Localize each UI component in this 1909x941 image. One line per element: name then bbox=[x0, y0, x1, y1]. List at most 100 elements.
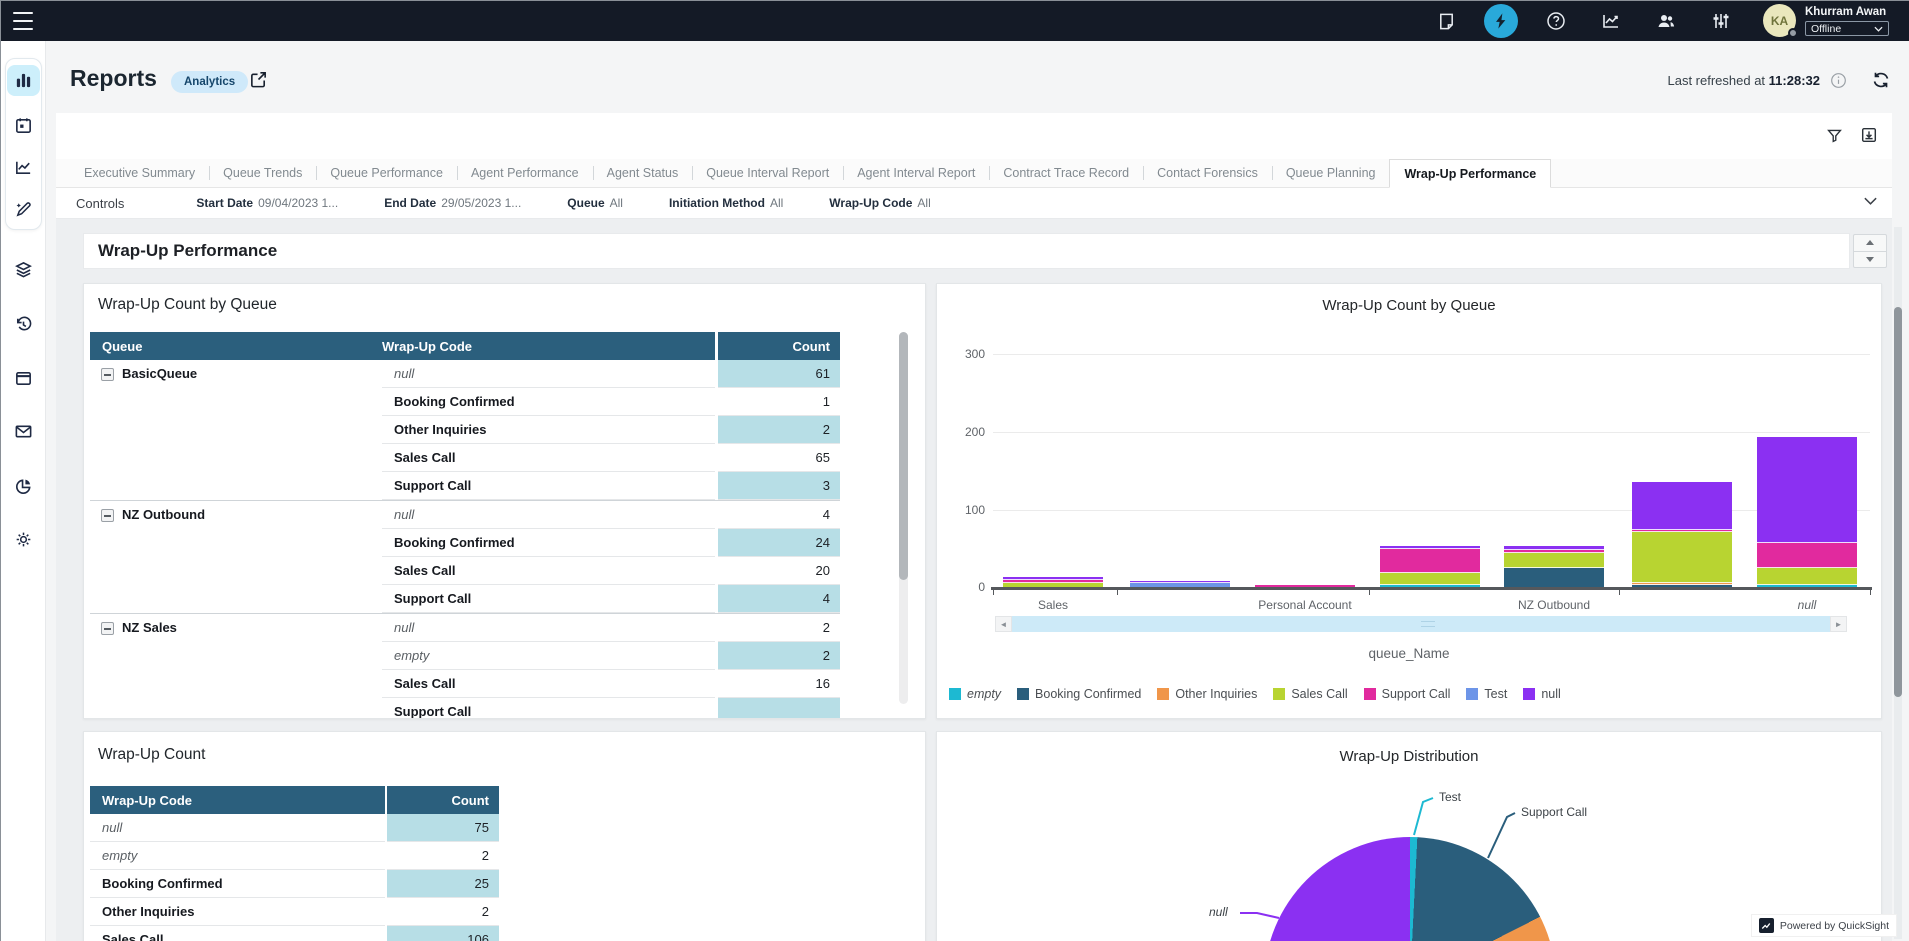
table-row[interactable]: Sales Call20 bbox=[382, 557, 840, 585]
column-header-queue[interactable]: Queue bbox=[90, 339, 382, 354]
sheet-spinner[interactable] bbox=[1853, 234, 1887, 268]
stacked-bar[interactable] bbox=[1632, 482, 1732, 587]
legend-item[interactable]: Booking Confirmed bbox=[1017, 687, 1141, 701]
refresh-icon[interactable] bbox=[1871, 70, 1891, 90]
notepad-icon[interactable] bbox=[1429, 4, 1463, 38]
status-select[interactable]: Offline bbox=[1805, 21, 1889, 36]
stacked-bar[interactable] bbox=[1757, 437, 1857, 587]
column-header-count[interactable]: Count bbox=[387, 786, 499, 814]
table-group[interactable]: NZ Salesnull2empty2Sales Call16Support C… bbox=[90, 613, 840, 719]
table-row[interactable]: Sales Call65 bbox=[382, 444, 840, 472]
dashboard-scrollbar[interactable] bbox=[1894, 227, 1902, 939]
tab[interactable]: Queue Interval Report bbox=[692, 159, 843, 187]
bar-segment-sales-call[interactable] bbox=[1757, 568, 1857, 585]
table-row[interactable]: Other Inquiries2 bbox=[382, 416, 840, 444]
metrics-icon[interactable] bbox=[1594, 4, 1628, 38]
table-row[interactable]: Sales Call106 bbox=[90, 926, 499, 941]
control-filter[interactable]: Start Date09/04/2023 1... bbox=[196, 196, 338, 210]
pie-chart[interactable] bbox=[1264, 837, 1556, 941]
stacked-bar[interactable] bbox=[1380, 546, 1480, 587]
table-group[interactable]: BasicQueuenull61Booking Confirmed1Other … bbox=[90, 360, 840, 500]
sidebar-item-metrics[interactable] bbox=[7, 152, 40, 183]
bar-segment-sales-call[interactable] bbox=[1003, 583, 1103, 587]
spinner-down-icon[interactable] bbox=[1866, 257, 1874, 262]
table-row[interactable]: Booking Confirmed25 bbox=[90, 870, 499, 898]
bar-segment-support-call[interactable] bbox=[1757, 543, 1857, 568]
tab[interactable]: Queue Trends bbox=[209, 159, 316, 187]
help-icon[interactable] bbox=[1539, 4, 1573, 38]
collapse-minus-icon[interactable] bbox=[101, 368, 114, 381]
legend-item[interactable]: Other Inquiries bbox=[1157, 687, 1257, 701]
legend-item[interactable]: Support Call bbox=[1364, 687, 1451, 701]
tab-active[interactable]: Wrap-Up Performance bbox=[1389, 159, 1551, 188]
table-row[interactable]: Booking Confirmed24 bbox=[382, 529, 840, 557]
table-row[interactable]: null2 bbox=[382, 614, 840, 642]
table-row[interactable]: Support Call3 bbox=[382, 472, 840, 500]
bar-segment-booking-confirmed[interactable] bbox=[1504, 568, 1604, 587]
tab[interactable]: Agent Interval Report bbox=[843, 159, 989, 187]
table-row[interactable]: Booking Confirmed1 bbox=[382, 388, 840, 416]
settings-sliders-icon[interactable] bbox=[1704, 4, 1738, 38]
spinner-up-icon[interactable] bbox=[1866, 240, 1874, 245]
sidebar-item-reports[interactable] bbox=[7, 65, 40, 96]
table-row[interactable]: Sales Call16 bbox=[382, 670, 840, 698]
bar-segment-sales-call[interactable] bbox=[1504, 553, 1604, 569]
sidebar-item-datasets[interactable] bbox=[7, 254, 40, 285]
filter-icon[interactable] bbox=[1823, 124, 1845, 146]
column-header-count[interactable]: Count bbox=[718, 332, 840, 360]
sidebar-item-analytics[interactable] bbox=[7, 471, 40, 502]
bar-segment-support-call[interactable] bbox=[1255, 585, 1355, 587]
control-filter[interactable]: QueueAll bbox=[567, 196, 623, 210]
chart-h-scrollbar[interactable]: ◄ ► bbox=[995, 616, 1847, 632]
scroll-right-arrow-icon[interactable]: ► bbox=[1830, 616, 1847, 632]
external-link-icon[interactable] bbox=[249, 70, 268, 89]
collapse-minus-icon[interactable] bbox=[101, 509, 114, 522]
bar-segment-test[interactable] bbox=[1130, 583, 1230, 587]
stacked-bar[interactable] bbox=[1003, 577, 1103, 587]
analytics-badge[interactable]: Analytics bbox=[171, 71, 248, 93]
agents-icon[interactable] bbox=[1649, 4, 1683, 38]
table-row[interactable]: Other Inquiries2 bbox=[90, 898, 499, 926]
sidebar-item-windows[interactable] bbox=[7, 363, 40, 394]
table-group[interactable]: NZ Outboundnull4Booking Confirmed24Sales… bbox=[90, 500, 840, 613]
info-icon[interactable] bbox=[1830, 72, 1847, 89]
column-header-wrapup-code[interactable]: Wrap-Up Code bbox=[90, 793, 385, 808]
sidebar-item-mail[interactable] bbox=[7, 416, 40, 447]
control-filter[interactable]: End Date29/05/2023 1... bbox=[384, 196, 521, 210]
table-row[interactable]: null4 bbox=[382, 501, 840, 529]
stacked-bar[interactable] bbox=[1504, 546, 1604, 587]
tab[interactable]: Contract Trace Record bbox=[989, 159, 1143, 187]
sidebar-item-history[interactable] bbox=[7, 309, 40, 340]
bar-segment-sales-call[interactable] bbox=[1632, 532, 1732, 583]
scrollbar-track[interactable] bbox=[1012, 616, 1830, 632]
sidebar-item-schedule[interactable] bbox=[7, 110, 40, 141]
tab[interactable]: Agent Status bbox=[593, 159, 693, 187]
table-row[interactable]: Support Call bbox=[382, 698, 840, 719]
sidebar-item-settings[interactable] bbox=[7, 524, 40, 555]
bar-segment-empty[interactable] bbox=[1757, 585, 1857, 587]
stacked-bar[interactable] bbox=[1130, 581, 1230, 587]
control-filter[interactable]: Wrap-Up CodeAll bbox=[829, 196, 930, 210]
legend-item[interactable]: null bbox=[1523, 687, 1560, 701]
column-header-wrapup-code[interactable]: Wrap-Up Code bbox=[382, 339, 715, 354]
table-scrollbar[interactable] bbox=[899, 332, 908, 704]
bar-segment-booking-confirmed[interactable] bbox=[1632, 585, 1732, 587]
stacked-bar[interactable] bbox=[1255, 585, 1355, 587]
collapse-minus-icon[interactable] bbox=[101, 622, 114, 635]
table-row[interactable]: null75 bbox=[90, 814, 499, 842]
avatar[interactable]: KA bbox=[1763, 4, 1796, 37]
table-row[interactable]: empty2 bbox=[382, 642, 840, 670]
hamburger-menu-icon[interactable] bbox=[13, 12, 33, 30]
insights-flash-icon[interactable] bbox=[1484, 4, 1518, 38]
bar-segment-null[interactable] bbox=[1757, 437, 1857, 543]
tab[interactable]: Executive Summary bbox=[70, 159, 209, 187]
bar-segment-support-call[interactable] bbox=[1380, 549, 1480, 572]
legend-item[interactable]: Test bbox=[1466, 687, 1507, 701]
control-filter[interactable]: Initiation MethodAll bbox=[669, 196, 783, 210]
tab[interactable]: Agent Performance bbox=[457, 159, 593, 187]
sidebar-item-customize[interactable] bbox=[7, 193, 40, 224]
bar-segment-empty[interactable] bbox=[1380, 585, 1480, 587]
table-row[interactable]: empty2 bbox=[90, 842, 499, 870]
table-row[interactable]: Support Call4 bbox=[382, 585, 840, 613]
tab[interactable]: Queue Planning bbox=[1272, 159, 1390, 187]
